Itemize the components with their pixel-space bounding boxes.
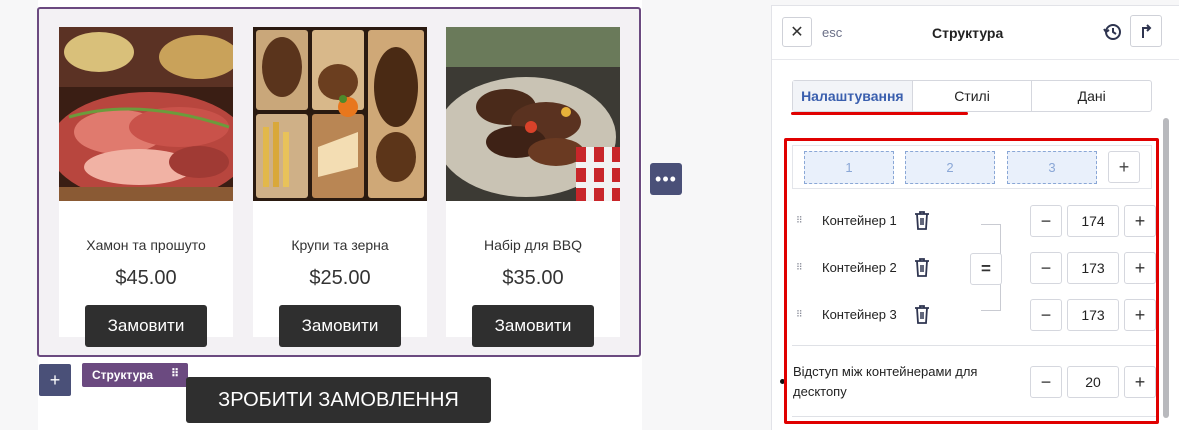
product-title: Набір для BBQ — [483, 237, 583, 253]
product-title: Хамон та прошуто — [86, 237, 206, 253]
more-options-button[interactable]: ••• — [650, 163, 682, 195]
product-card[interactable]: Крупи та зерна $25.00 Замовити — [253, 27, 427, 347]
make-order-button[interactable]: ЗРОБИТИ ЗАМОВЛЕННЯ — [186, 377, 491, 423]
structure-tag[interactable]: Структура ⠿ — [82, 363, 188, 387]
tab-settings[interactable]: Налаштування — [793, 81, 913, 111]
structure-tag-label: Структура — [92, 368, 154, 382]
structure-block[interactable]: Хамон та прошуто $45.00 Замовити Крупи т… — [37, 7, 641, 357]
select-parent-icon[interactable] — [1130, 15, 1162, 47]
product-price: $45.00 — [115, 267, 177, 289]
panel-scrollbar[interactable] — [1163, 118, 1169, 418]
esc-hint: esc — [822, 25, 843, 40]
ham-image — [59, 27, 233, 201]
add-block-button[interactable]: + — [39, 364, 71, 396]
panel-header: ✕ esc Структура — [772, 6, 1179, 60]
product-price: $35.00 — [502, 267, 564, 289]
highlight-frame — [784, 138, 1159, 424]
product-price: $25.00 — [309, 267, 371, 289]
active-tab-underline — [791, 112, 968, 115]
order-button[interactable]: Замовити — [279, 305, 401, 347]
product-card[interactable]: Хамон та прошуто $45.00 Замовити — [59, 27, 233, 347]
panel-tabs: Налаштування Стилі Дані — [792, 80, 1152, 112]
coffee-grains-image — [253, 27, 427, 201]
drag-handle-icon[interactable]: ⠿ — [171, 367, 180, 380]
bbq-image — [446, 27, 620, 201]
panel-title: Структура — [932, 25, 1004, 41]
order-button[interactable]: Замовити — [472, 305, 594, 347]
history-icon[interactable] — [1101, 20, 1125, 44]
order-button[interactable]: Замовити — [85, 305, 207, 347]
tab-styles[interactable]: Стилі — [913, 81, 1033, 111]
tab-data[interactable]: Дані — [1032, 81, 1151, 111]
product-title: Крупи та зерна — [291, 237, 389, 253]
product-card[interactable]: Набір для BBQ $35.00 Замовити — [446, 27, 620, 347]
close-icon[interactable]: ✕ — [782, 17, 812, 47]
structure-panel: ✕ esc Структура Налаштування Стилі Дані … — [771, 5, 1179, 430]
